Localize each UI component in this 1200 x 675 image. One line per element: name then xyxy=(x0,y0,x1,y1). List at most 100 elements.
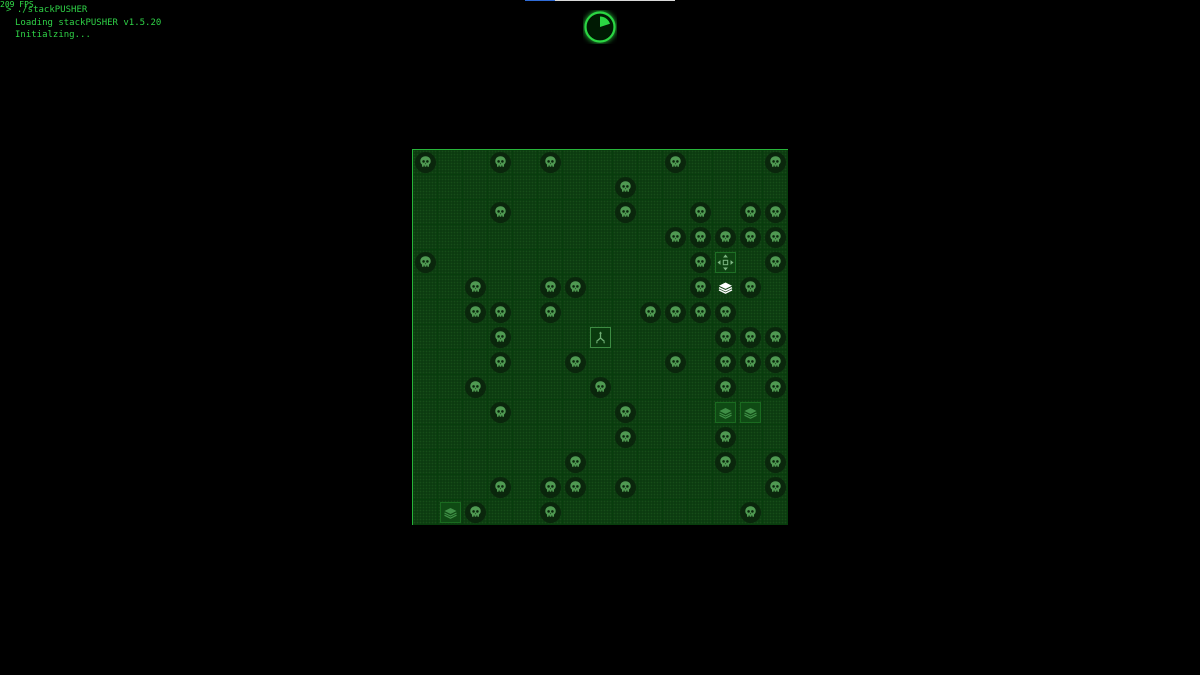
board-cell[interactable] xyxy=(413,200,438,225)
board-cell[interactable] xyxy=(513,275,538,300)
board-cell[interactable] xyxy=(413,225,438,250)
board-cell[interactable] xyxy=(413,350,438,375)
board-cell[interactable] xyxy=(638,425,663,450)
board-cell[interactable] xyxy=(438,250,463,275)
board-cell[interactable] xyxy=(638,175,663,200)
board-cell[interactable] xyxy=(438,400,463,425)
board-cell[interactable] xyxy=(513,200,538,225)
board-cell[interactable] xyxy=(463,250,488,275)
board-cell[interactable] xyxy=(438,300,463,325)
board-cell[interactable] xyxy=(438,200,463,225)
board-cell[interactable] xyxy=(663,375,688,400)
board-cell[interactable] xyxy=(488,250,513,275)
board-cell[interactable] xyxy=(513,425,538,450)
board-cell[interactable] xyxy=(463,225,488,250)
board-cell[interactable] xyxy=(538,325,563,350)
board-cell[interactable] xyxy=(663,275,688,300)
board-cell[interactable] xyxy=(438,475,463,500)
board-cell[interactable] xyxy=(513,325,538,350)
board-cell[interactable] xyxy=(638,400,663,425)
board-cell[interactable] xyxy=(513,375,538,400)
board-cell[interactable] xyxy=(488,175,513,200)
board-cell[interactable] xyxy=(463,325,488,350)
board-cell[interactable] xyxy=(513,250,538,275)
board-cell[interactable] xyxy=(563,300,588,325)
board-cell[interactable] xyxy=(538,400,563,425)
board-cell[interactable] xyxy=(438,225,463,250)
board-cell[interactable] xyxy=(438,375,463,400)
board-cell[interactable] xyxy=(588,150,613,175)
board-cell[interactable] xyxy=(513,475,538,500)
board-cell[interactable] xyxy=(663,250,688,275)
board-cell[interactable] xyxy=(688,175,713,200)
board-cell[interactable] xyxy=(588,200,613,225)
board-cell[interactable] xyxy=(688,475,713,500)
stack-layers-icon[interactable] xyxy=(713,275,738,300)
board-cell[interactable] xyxy=(638,475,663,500)
board-cell[interactable] xyxy=(563,425,588,450)
board-cell[interactable] xyxy=(713,500,738,525)
board-cell[interactable] xyxy=(613,350,638,375)
board-cell[interactable] xyxy=(613,325,638,350)
board-cell[interactable] xyxy=(538,425,563,450)
board-cell[interactable] xyxy=(563,325,588,350)
board-cell[interactable] xyxy=(588,425,613,450)
board-cell[interactable] xyxy=(488,450,513,475)
board-cell[interactable] xyxy=(663,325,688,350)
board-cell[interactable] xyxy=(588,175,613,200)
board-cell[interactable] xyxy=(438,425,463,450)
board-cell[interactable] xyxy=(513,450,538,475)
board-cell[interactable] xyxy=(488,275,513,300)
board-cell[interactable] xyxy=(563,400,588,425)
board-cell[interactable] xyxy=(663,200,688,225)
move-arrows-icon[interactable] xyxy=(713,250,738,275)
board-cell[interactable] xyxy=(613,500,638,525)
board-cell[interactable] xyxy=(613,250,638,275)
board-cell[interactable] xyxy=(463,475,488,500)
board-cell[interactable] xyxy=(488,225,513,250)
board-cell[interactable] xyxy=(688,325,713,350)
board-cell[interactable] xyxy=(513,300,538,325)
board-cell[interactable] xyxy=(413,275,438,300)
board-cell[interactable] xyxy=(438,275,463,300)
board-cell[interactable] xyxy=(688,425,713,450)
board-cell[interactable] xyxy=(588,475,613,500)
board-cell[interactable] xyxy=(438,325,463,350)
board-cell[interactable] xyxy=(613,225,638,250)
board-cell[interactable] xyxy=(613,375,638,400)
board-cell[interactable] xyxy=(738,175,763,200)
board-cell[interactable] xyxy=(638,225,663,250)
board-cell[interactable] xyxy=(638,350,663,375)
board-cell[interactable] xyxy=(763,425,788,450)
board-cell[interactable] xyxy=(763,300,788,325)
board-cell[interactable] xyxy=(738,450,763,475)
board-cell[interactable] xyxy=(563,250,588,275)
board-cell[interactable] xyxy=(463,175,488,200)
board-cell[interactable] xyxy=(663,500,688,525)
board-cell[interactable] xyxy=(488,500,513,525)
board-cell[interactable] xyxy=(763,175,788,200)
board-cell[interactable] xyxy=(713,150,738,175)
board-cell[interactable] xyxy=(563,225,588,250)
board-cell[interactable] xyxy=(463,425,488,450)
board-cell[interactable] xyxy=(413,475,438,500)
board-cell[interactable] xyxy=(463,200,488,225)
board-cell[interactable] xyxy=(538,350,563,375)
board-cell[interactable] xyxy=(588,300,613,325)
board-cell[interactable] xyxy=(463,350,488,375)
board-cell[interactable] xyxy=(688,450,713,475)
board-cell[interactable] xyxy=(413,300,438,325)
board-cell[interactable] xyxy=(613,275,638,300)
board-cell[interactable] xyxy=(413,375,438,400)
board-cell[interactable] xyxy=(738,475,763,500)
board-cell[interactable] xyxy=(663,175,688,200)
board-cell[interactable] xyxy=(688,400,713,425)
board-cell[interactable] xyxy=(513,400,538,425)
board-cell[interactable] xyxy=(763,275,788,300)
board-cell[interactable] xyxy=(463,150,488,175)
board-cell[interactable] xyxy=(588,275,613,300)
board-cell[interactable] xyxy=(738,150,763,175)
board-cell[interactable] xyxy=(513,150,538,175)
board-cell[interactable] xyxy=(738,300,763,325)
board-cell[interactable] xyxy=(563,175,588,200)
